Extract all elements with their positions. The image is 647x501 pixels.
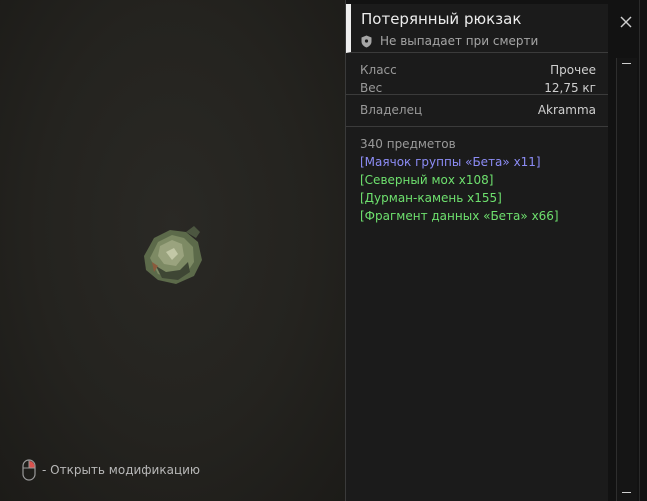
content-item-beacon[interactable]: [Маячок группы «Бета» x11] — [360, 153, 596, 171]
contents-section: 340 предметов [Маячок группы «Бета» x11]… — [346, 127, 608, 225]
stats-section: Класс Прочее Вес 12,75 кг — [346, 53, 608, 95]
stat-value: Прочее — [550, 63, 596, 77]
item-title: Потерянный рюкзак — [361, 10, 522, 28]
content-item-moss[interactable]: [Северный мох x108] — [360, 171, 596, 189]
subtitle-label: Не выпадает при смерти — [380, 34, 539, 48]
hint-label: - Открыть модификацию — [42, 463, 201, 477]
stat-label: Вес — [360, 81, 383, 95]
owner-section: Владелец Akramma — [346, 95, 608, 127]
content-item-data-fragment[interactable]: [Фрагмент данных «Бета» x66] — [360, 207, 596, 225]
item-preview-viewport[interactable]: - Открыть модификацию — [0, 0, 346, 501]
stat-value: 12,75 кг — [544, 81, 596, 95]
backpack-model — [144, 226, 202, 284]
mouse-icon — [22, 459, 36, 481]
scroll-top-marker — [622, 63, 631, 64]
open-modification-hint: - Открыть модификацию — [22, 459, 200, 481]
contents-count: 340 предметов — [360, 137, 456, 151]
panel-scrollbar[interactable] — [616, 58, 637, 501]
item-subtitle: Не выпадает при смерти — [361, 34, 538, 48]
stat-label: Класс — [360, 63, 397, 77]
owner-value: Akramma — [537, 103, 596, 117]
close-icon[interactable] — [616, 12, 636, 32]
owner-row: Владелец Akramma — [360, 101, 596, 119]
item-info-panel: Потерянный рюкзак Не выпадает при смерти… — [346, 4, 608, 501]
panel-header: Потерянный рюкзак Не выпадает при смерти — [346, 4, 608, 53]
stat-row-class: Класс Прочее — [360, 61, 596, 79]
content-item-datura-stone[interactable]: [Дурман-камень x155] — [360, 189, 596, 207]
window-edge-divider — [639, 0, 640, 501]
owner-label: Владелец — [360, 103, 423, 117]
scroll-bottom-marker — [622, 492, 631, 493]
shield-icon — [361, 35, 372, 47]
